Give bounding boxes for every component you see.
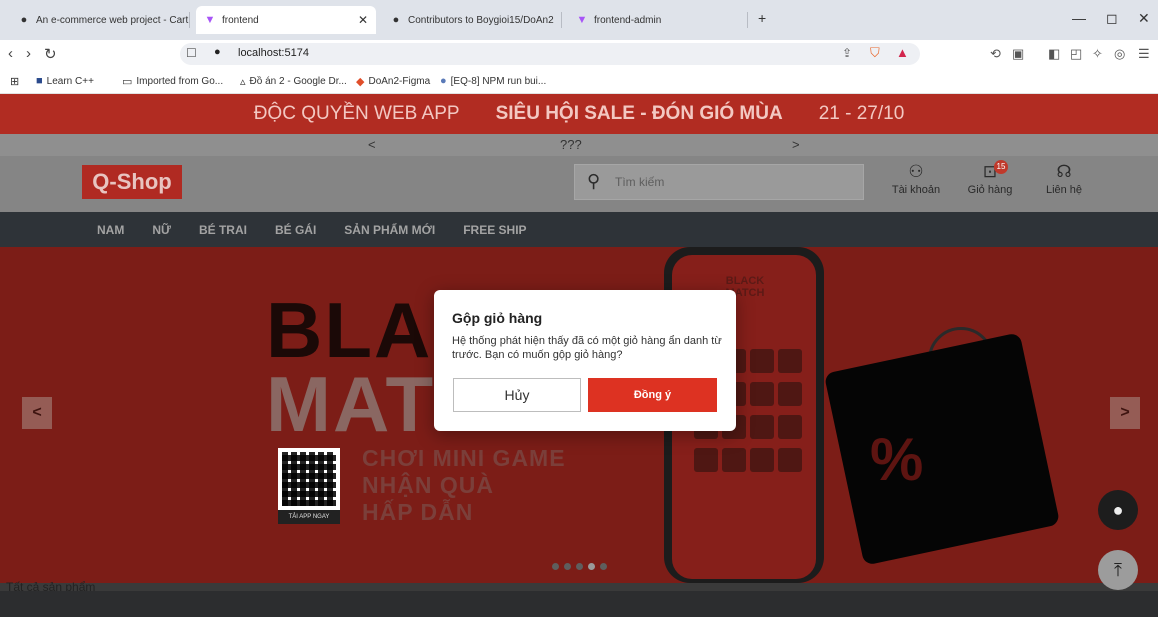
bookmark-icon[interactable]: ☐ [186,46,197,60]
jira-icon: ● [440,75,447,87]
tab-title: An e-commerce web project - Cart in [36,14,190,26]
bookmark-learn-cpp[interactable]: ■ Learn C++ [36,75,94,87]
browser-tab-bar: ● An e-commerce web project - Cart in ▼ … [0,0,1158,40]
figma-icon: ◆ [356,76,365,88]
drive-icon: ▵ [240,76,246,88]
bookmark-imported[interactable]: ▭ Imported from Go... [122,75,223,88]
forward-icon[interactable]: › [26,45,31,62]
tab-title: frontend-admin [594,14,662,26]
dialog-message: Hệ thống phát hiện thấy đã có một giỏ hà… [452,335,722,361]
extensions-icon[interactable]: ⟲ [990,46,1001,62]
bookmark-drive[interactable]: ▵ Đồ án 2 - Google Dr... [240,75,347,88]
dialog-title: Gộp giỏ hàng [452,310,543,326]
merge-cart-dialog: Gộp giỏ hàng Hệ thống phát hiện thấy đã … [434,290,736,431]
close-window-button[interactable]: ✕ [1138,10,1150,27]
tab-title: Contributors to Boygioi15/DoAn2 [408,14,554,26]
github-icon: ● [20,14,28,26]
leo-icon[interactable]: ✧ [1092,46,1103,62]
tab-frontend-admin[interactable]: ▼ frontend-admin [568,6,748,34]
new-tab-button[interactable]: + [758,10,766,26]
vpn-icon[interactable]: ◎ [1114,46,1125,62]
tab-contributors[interactable]: ● Contributors to Boygioi15/DoAn2 [382,6,562,34]
share-icon[interactable]: ⇪ [842,46,852,60]
brave-shield-icon[interactable]: ⛉ [870,45,880,61]
brave-rewards-icon[interactable]: ▲ [896,45,909,60]
web-page: ĐỘC QUYỀN WEB APP SIÊU HỘI SALE - ĐÓN GI… [0,94,1158,617]
menu-icon[interactable]: ☰ [1138,46,1150,62]
vite-icon: ▼ [204,14,216,26]
reload-icon[interactable]: ↻ [44,45,57,63]
cpp-icon: ■ [36,75,43,87]
wallet-icon[interactable]: ◰ [1070,46,1082,62]
address-bar[interactable]: ☐ ● localhost:5174 ⇪ ⛉ ▲ [180,43,920,65]
tab-frontend[interactable]: ▼ frontend ✕ [196,6,376,34]
modal-overlay: Gộp giỏ hàng Hệ thống phát hiện thấy đã … [0,94,1158,617]
tab-title: frontend [222,14,259,26]
back-icon[interactable]: ‹ [8,45,13,62]
sidebar-icon[interactable]: ◧ [1048,46,1060,62]
site-info-icon[interactable]: ● [214,46,221,58]
apps-icon[interactable]: ⊞ [10,75,19,88]
close-tab-icon[interactable]: ✕ [358,13,368,27]
github-icon: ● [392,14,400,26]
bookmark-npm[interactable]: ● [EQ-8] NPM run bui... [440,75,546,87]
maximize-button[interactable]: ◻ [1106,10,1118,27]
screenshot-icon[interactable]: ▣ [1012,46,1024,62]
browser-navigation-bar: ‹ › ↻ ☐ ● localhost:5174 ⇪ ⛉ ▲ ⟲ ▣ ◧ ◰ ✧… [0,40,1158,68]
bookmark-figma[interactable]: ◆ DoAn2-Figma [356,75,430,88]
confirm-button[interactable]: Đồng ý [588,378,717,412]
bookmarks-bar: ⊞ ■ Learn C++ ▭ Imported from Go... ▵ Đồ án… [0,68,1158,94]
url-text[interactable]: localhost:5174 [238,47,309,59]
tab-cart-project[interactable]: ● An e-commerce web project - Cart in [10,6,190,34]
folder-icon: ▭ [122,76,133,88]
minimize-button[interactable]: — [1072,10,1086,26]
vite-icon: ▼ [576,14,588,26]
cancel-button[interactable]: Hủy [453,378,581,412]
